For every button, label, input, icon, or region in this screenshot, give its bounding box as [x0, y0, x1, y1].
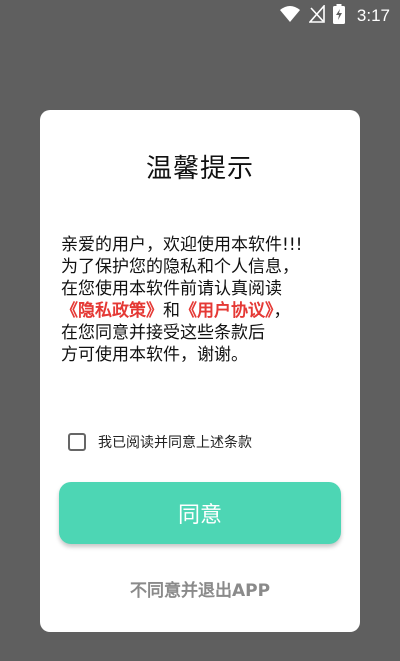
message-and-text: 和 [163, 301, 180, 321]
message-line-3: 在您使用本软件前请认真阅读 [61, 279, 282, 299]
agree-terms-label[interactable]: 我已阅读并同意上述条款 [98, 432, 252, 452]
dialog-message: 亲爱的用户，欢迎使用本软件!!! 为了保护您的隐私和个人信息， 在您使用本软件前… [61, 234, 351, 366]
message-line-5: 在您同意并接受这些条款后 [61, 323, 265, 343]
message-line-2: 为了保护您的隐私和个人信息， [61, 257, 299, 277]
agree-terms-checkbox[interactable] [68, 433, 86, 451]
message-line-4-end: ， [273, 301, 291, 321]
disagree-exit-link[interactable]: 不同意并退出APP [40, 576, 360, 601]
user-agreement-link[interactable]: 《用户协议》 [180, 301, 274, 321]
message-line-1: 亲爱的用户，欢迎使用本软件!!! [61, 235, 303, 255]
message-line-6: 方可使用本软件，谢谢。 [61, 345, 248, 365]
battery-charging-icon [332, 3, 345, 28]
wifi-icon [279, 5, 301, 27]
status-icons: 3:17 [279, 0, 390, 31]
privacy-dialog: 温馨提示 亲爱的用户，欢迎使用本软件!!! 为了保护您的隐私和个人信息， 在您使… [40, 110, 360, 632]
dialog-title: 温馨提示 [145, 154, 254, 184]
status-time: 3:17 [356, 5, 390, 25]
agree-terms-row[interactable]: 我已阅读并同意上述条款 [68, 431, 252, 453]
privacy-policy-link[interactable]: 《隐私政策》 [61, 301, 163, 321]
no-sim-icon [308, 3, 325, 27]
agree-button[interactable]: 同意 [59, 482, 341, 544]
message-line-4: 《隐私政策》和《用户协议》， [61, 300, 351, 322]
status-bar: 3:17 [0, 0, 400, 31]
